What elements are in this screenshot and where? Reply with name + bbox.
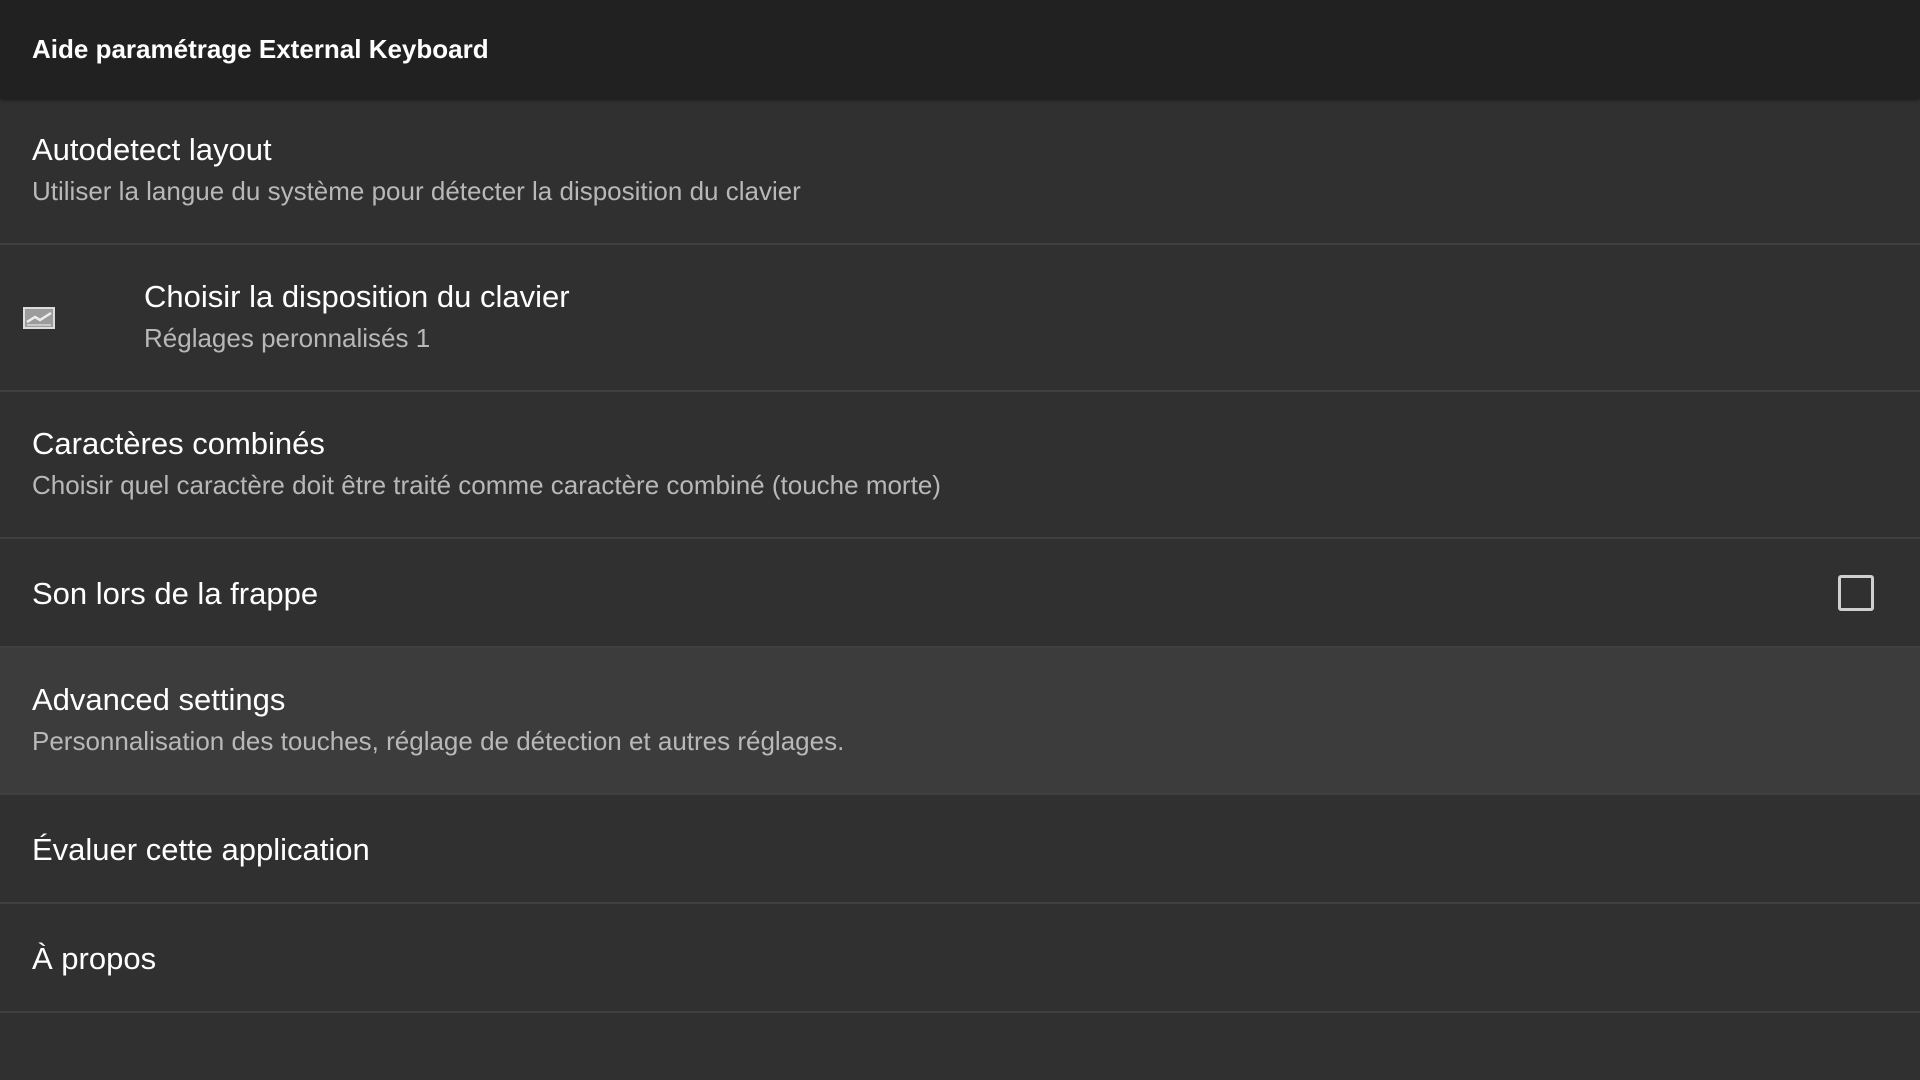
pref-title: À propos: [32, 941, 157, 976]
pref-combining-characters[interactable]: Caractères combinés Choisir quel caractè…: [0, 392, 1920, 539]
pref-autodetect-layout[interactable]: Autodetect layout Utiliser la langue du …: [0, 98, 1920, 245]
preference-list: Autodetect layout Utiliser la langue du …: [0, 98, 1920, 1013]
pref-title: Évaluer cette application: [32, 832, 370, 867]
pref-summary: Utiliser la langue du système pour détec…: [32, 176, 801, 206]
typing-sound-checkbox[interactable]: [1838, 575, 1874, 611]
pref-choose-keyboard-layout[interactable]: Choisir la disposition du clavier Réglag…: [0, 245, 1920, 392]
pref-summary: Réglages peronnalisés 1: [144, 323, 431, 353]
broken-image-icon: [23, 307, 55, 329]
pref-summary: Choisir quel caractère doit être traité …: [32, 470, 941, 500]
pref-title: Son lors de la frappe: [32, 576, 319, 611]
pref-typing-sound[interactable]: Son lors de la frappe: [0, 539, 1920, 648]
pref-title: Advanced settings: [32, 682, 286, 717]
app-title: Aide paramétrage External Keyboard: [32, 34, 489, 64]
pref-title: Choisir la disposition du clavier: [144, 279, 570, 314]
pref-title: Caractères combinés: [32, 426, 325, 461]
settings-screen: Aide paramétrage External Keyboard Autod…: [0, 0, 1920, 1080]
pref-title: Autodetect layout: [32, 132, 272, 167]
pref-advanced-settings[interactable]: Advanced settings Personnalisation des t…: [0, 648, 1920, 795]
pref-about[interactable]: À propos: [0, 904, 1920, 1013]
pref-summary: Personnalisation des touches, réglage de…: [32, 726, 845, 756]
pref-rate-app[interactable]: Évaluer cette application: [0, 795, 1920, 904]
app-bar: Aide paramétrage External Keyboard: [0, 0, 1920, 98]
